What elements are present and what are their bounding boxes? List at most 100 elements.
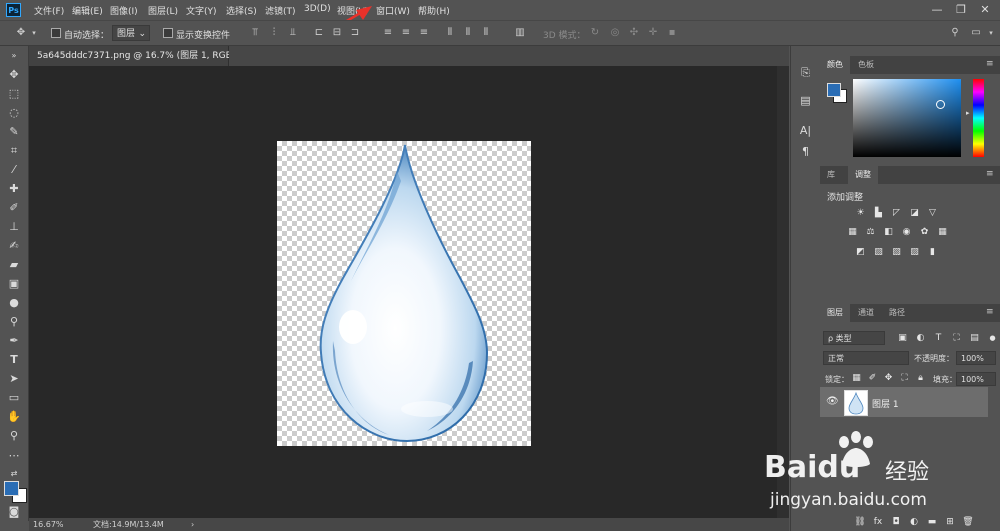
panel-menu-icon[interactable]: ≡ (986, 169, 994, 179)
tab-paths[interactable]: 路径 (882, 304, 912, 322)
distribute-vcenter-icon[interactable]: ≡ (400, 27, 412, 39)
align-top-icon[interactable]: ⫪ (249, 27, 261, 39)
menu-image[interactable]: 图像(I) (110, 4, 138, 17)
tab-color[interactable]: 颜色 (820, 56, 850, 74)
photo-filter-icon[interactable]: ◉ (901, 227, 912, 238)
move-tool-icon[interactable]: ✥ (5, 67, 23, 83)
document-canvas[interactable] (277, 141, 531, 446)
document-tab[interactable]: 5a645dddc7371.png @ 16.7% (图层 1, RGB/8) … (29, 46, 251, 66)
eraser-tool-icon[interactable]: ▰ (5, 257, 23, 273)
restore-button[interactable]: ❐ (950, 1, 972, 18)
history-panel-icon[interactable]: ⎘ (797, 64, 814, 81)
3d-roll-icon[interactable]: ◎ (609, 27, 621, 39)
character-panel-icon[interactable]: A| (797, 122, 814, 139)
search-icon[interactable]: ⚲ (949, 27, 961, 39)
hue-saturation-icon[interactable]: ▦ (847, 227, 858, 238)
distribute-bottom-icon[interactable]: ≡ (418, 27, 430, 39)
3d-scale-icon[interactable]: ▪ (666, 27, 678, 39)
dodge-tool-icon[interactable]: ⚲ (5, 314, 23, 330)
lock-pixels-icon[interactable]: ✐ (867, 373, 878, 384)
workspace-icon[interactable]: ▭ (970, 27, 982, 39)
levels-icon[interactable]: ▙ (873, 208, 884, 219)
filter-adjustment-icon[interactable]: ◐ (915, 333, 926, 344)
blur-tool-icon[interactable]: ● (5, 295, 23, 311)
foreground-color-swatch[interactable] (4, 481, 19, 496)
filter-pixel-icon[interactable]: ▣ (897, 333, 908, 344)
3d-rotate-icon[interactable]: ↻ (589, 27, 601, 39)
tab-channels[interactable]: 通道 (851, 304, 881, 322)
distribute-top-icon[interactable]: ≡ (382, 27, 394, 39)
color-foreground-swatch[interactable] (827, 83, 841, 97)
3d-drag-icon[interactable]: ✣ (628, 27, 640, 39)
selective-color-icon[interactable]: ▨ (909, 247, 920, 258)
vibrance-icon[interactable]: ▽ (927, 208, 938, 219)
filter-type-icon[interactable]: T (933, 333, 944, 344)
chevron-down-icon[interactable]: ▾ (985, 27, 997, 39)
pen-tool-icon[interactable]: ✒ (5, 333, 23, 349)
align-hcenter-icon[interactable]: ⊟ (331, 27, 343, 39)
menu-select[interactable]: 选择(S) (226, 4, 257, 17)
opacity-input[interactable]: 100% (956, 351, 996, 365)
chevron-down-icon[interactable]: ▾ (28, 27, 40, 39)
move-tool-icon[interactable]: ✥ (15, 27, 27, 39)
curves-icon[interactable]: ◸ (891, 208, 902, 219)
lock-transparent-icon[interactable]: ▦ (851, 373, 862, 384)
filter-smart-object-icon[interactable]: ▤ (969, 333, 980, 344)
more-tools-icon[interactable]: ⋯ (5, 448, 23, 464)
menu-type[interactable]: 文字(Y) (186, 4, 217, 17)
align-vcenter-icon[interactable]: ⫶ (268, 27, 280, 39)
actions-panel-icon[interactable]: ▤ (797, 92, 814, 109)
healing-brush-tool-icon[interactable]: ✚ (5, 181, 23, 197)
path-select-tool-icon[interactable]: ➤ (5, 371, 23, 387)
align-right-icon[interactable]: ⊐ (349, 27, 361, 39)
menu-help[interactable]: 帮助(H) (418, 4, 450, 17)
lasso-tool-icon[interactable]: ◌ (5, 105, 23, 121)
tab-swatches[interactable]: 色板 (851, 56, 881, 74)
auto-align-icon[interactable]: ▥ (514, 27, 526, 39)
posterize-icon[interactable]: ▨ (873, 247, 884, 258)
lock-artboard-icon[interactable]: ⛶ (899, 373, 910, 384)
visibility-eye-icon[interactable]: 👁︎ (826, 396, 839, 407)
shape-tool-icon[interactable]: ▭ (5, 390, 23, 406)
menu-layer[interactable]: 图层(L) (148, 4, 178, 17)
hue-slider[interactable] (973, 79, 984, 157)
zoom-tool-icon[interactable]: ⚲ (5, 428, 23, 444)
menu-window[interactable]: 窗口(W) (376, 4, 410, 17)
color-picker-field[interactable] (853, 79, 961, 157)
panel-menu-icon[interactable]: ≡ (986, 307, 994, 317)
auto-select-checkbox[interactable] (51, 28, 61, 38)
align-bottom-icon[interactable]: ⫫ (287, 27, 299, 39)
tab-adjustments[interactable]: 调整 (848, 166, 878, 184)
brush-tool-icon[interactable]: ✐ (5, 200, 23, 216)
filter-shape-icon[interactable]: ⛶ (951, 333, 962, 344)
zoom-level[interactable]: 16.67% (33, 518, 64, 531)
invert-icon[interactable]: ◩ (855, 247, 866, 258)
panel-menu-icon[interactable]: ≡ (986, 59, 994, 69)
fill-input[interactable]: 100% (956, 372, 996, 386)
blend-mode-dropdown[interactable]: 正常 (823, 351, 909, 365)
lock-position-icon[interactable]: ✥ (883, 373, 894, 384)
distribute-right-icon[interactable]: ⦀ (480, 27, 492, 39)
color-picker-cursor[interactable] (936, 100, 945, 109)
exposure-icon[interactable]: ◪ (909, 208, 920, 219)
gradient-map-icon[interactable]: ▮ (927, 247, 938, 258)
swap-colors-icon[interactable]: ⇄ (5, 466, 23, 482)
paragraph-panel-icon[interactable]: ¶ (797, 143, 814, 160)
filter-toggle-icon[interactable]: ● (987, 333, 998, 344)
layer-row[interactable]: 👁︎ 图层 1 (820, 387, 988, 417)
auto-select-dropdown[interactable]: 图层 ⌄ (112, 25, 150, 41)
align-left-icon[interactable]: ⊏ (313, 27, 325, 39)
show-transform-checkbox[interactable] (163, 28, 173, 38)
tab-libraries[interactable]: 库 (820, 166, 842, 184)
type-tool-icon[interactable]: T (5, 352, 23, 368)
color-balance-icon[interactable]: ⚖ (865, 227, 876, 238)
quick-mask-icon[interactable]: ◙ (5, 504, 23, 520)
channel-mixer-icon[interactable]: ✿ (919, 227, 930, 238)
quick-select-tool-icon[interactable]: ✎ (5, 124, 23, 140)
layer-filter-dropdown[interactable]: ρ 类型 (823, 331, 885, 345)
hand-tool-icon[interactable]: ✋ (5, 409, 23, 425)
status-menu-arrow-icon[interactable]: › (191, 518, 194, 531)
history-brush-tool-icon[interactable]: ✍ (5, 238, 23, 254)
minimize-button[interactable]: — (926, 1, 948, 18)
close-window-button[interactable]: ✕ (974, 1, 996, 18)
